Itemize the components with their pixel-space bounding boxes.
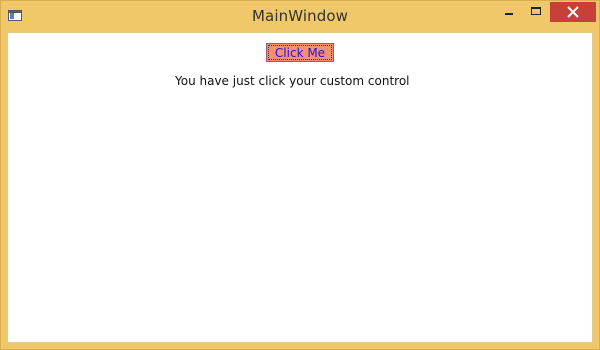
main-window: MainWindow Click Me You have just click …	[0, 0, 600, 350]
click-me-button[interactable]: Click Me	[266, 43, 334, 62]
client-area: Click Me You have just click your custom…	[7, 32, 593, 343]
click-me-label: Click Me	[274, 46, 326, 60]
title-bar[interactable]: MainWindow	[1, 1, 599, 31]
close-icon	[567, 6, 579, 18]
minimize-button[interactable]	[495, 2, 523, 22]
minimize-icon	[505, 13, 513, 15]
close-button[interactable]	[550, 2, 596, 22]
maximize-button[interactable]	[522, 2, 550, 22]
status-message: You have just click your custom control	[175, 74, 410, 88]
maximize-icon	[531, 7, 541, 15]
